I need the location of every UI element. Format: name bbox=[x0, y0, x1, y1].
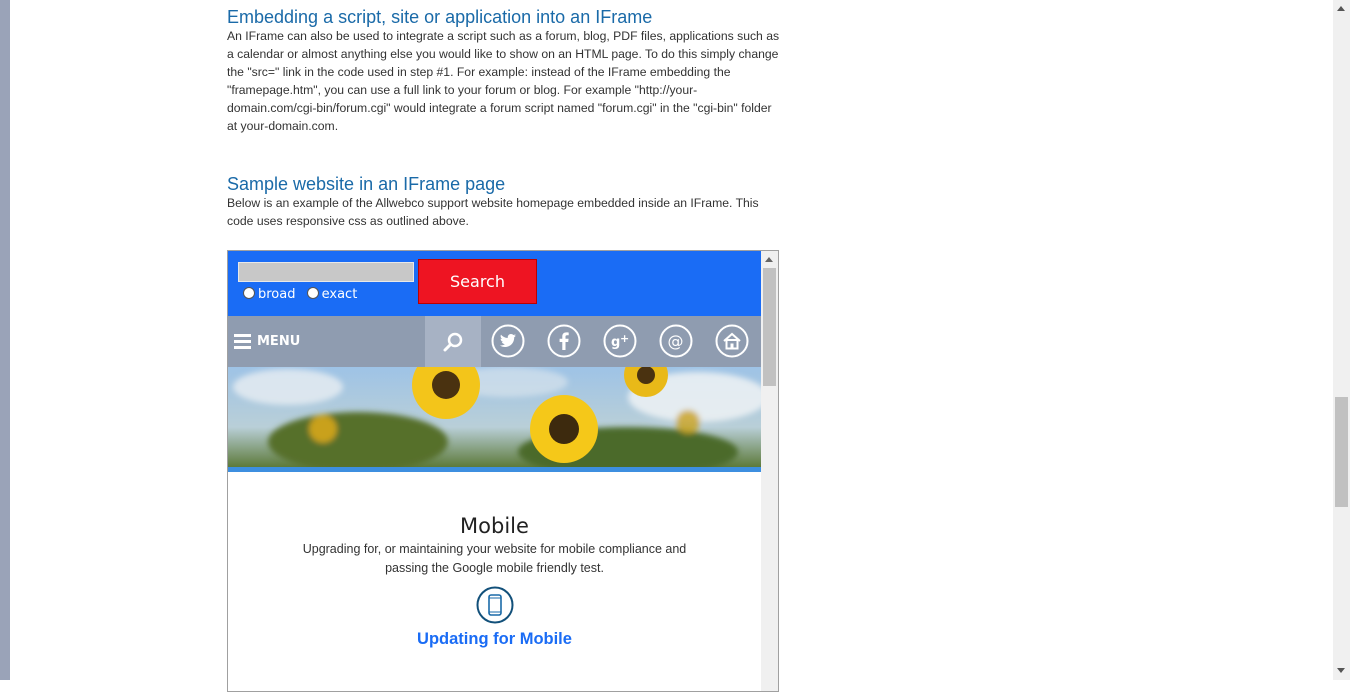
radio-circle-icon bbox=[243, 286, 255, 299]
email-icon[interactable]: @ bbox=[659, 324, 693, 358]
iframe-page: Search broad exact MENU g + @ Mobile Upg… bbox=[228, 251, 761, 691]
svg-text:+: + bbox=[620, 332, 629, 345]
updating-for-mobile-link[interactable]: Updating for Mobile bbox=[228, 630, 761, 649]
mobile-phone-icon bbox=[476, 586, 513, 624]
feature-title: Mobile bbox=[460, 514, 529, 538]
menu-button[interactable]: MENU bbox=[234, 316, 300, 367]
scroll-down-arrow-icon[interactable] bbox=[1337, 668, 1345, 673]
nav-bar: MENU g + @ bbox=[228, 316, 761, 367]
scroll-up-arrow-icon[interactable] bbox=[1337, 6, 1345, 11]
search-icon bbox=[443, 332, 463, 351]
radio-broad[interactable]: broad bbox=[243, 286, 296, 302]
radio-exact[interactable]: exact bbox=[306, 286, 358, 302]
section-text-embedding: An IFrame can also be used to integrate … bbox=[227, 29, 780, 133]
iframe-scrollbar[interactable] bbox=[761, 251, 778, 691]
twitter-icon[interactable] bbox=[491, 324, 525, 358]
embedded-iframe[interactable]: Search broad exact MENU g + @ Mobile Upg… bbox=[227, 250, 779, 692]
menu-label: MENU bbox=[257, 334, 301, 349]
scroll-up-arrow-icon[interactable] bbox=[765, 257, 773, 262]
feature-description: Upgrading for, or maintaining your websi… bbox=[302, 542, 687, 575]
svg-text:@: @ bbox=[668, 332, 684, 351]
left-edge-strip bbox=[0, 0, 10, 680]
svg-text:g: g bbox=[611, 335, 620, 350]
radio-broad-label: broad bbox=[258, 287, 296, 302]
radio-exact-label: exact bbox=[321, 287, 358, 302]
page-scroll-thumb[interactable] bbox=[1335, 397, 1348, 507]
search-input[interactable] bbox=[238, 262, 414, 282]
nav-search-button[interactable] bbox=[425, 316, 481, 367]
section-text-sample: Below is an example of the Allwebco supp… bbox=[227, 196, 759, 228]
google-plus-icon[interactable]: g + bbox=[603, 324, 637, 358]
iframe-scroll-thumb[interactable] bbox=[763, 268, 776, 386]
facebook-icon[interactable] bbox=[547, 324, 581, 358]
search-mode-options: broad exact bbox=[243, 286, 364, 302]
section-heading-sample: Sample website in an IFrame page bbox=[227, 174, 506, 194]
radio-circle-icon bbox=[306, 286, 319, 299]
mobile-feature: Mobile Upgrading for, or maintaining you… bbox=[228, 513, 761, 649]
home-icon[interactable] bbox=[715, 324, 749, 358]
search-bar: Search broad exact bbox=[228, 251, 761, 316]
page-scrollbar[interactable] bbox=[1333, 0, 1350, 680]
sunflower-banner-image bbox=[228, 367, 761, 467]
banner-underline bbox=[228, 467, 761, 472]
search-button[interactable]: Search bbox=[418, 259, 537, 304]
hamburger-icon bbox=[234, 331, 251, 352]
section-heading-embedding: Embedding a script, site or application … bbox=[227, 7, 653, 27]
